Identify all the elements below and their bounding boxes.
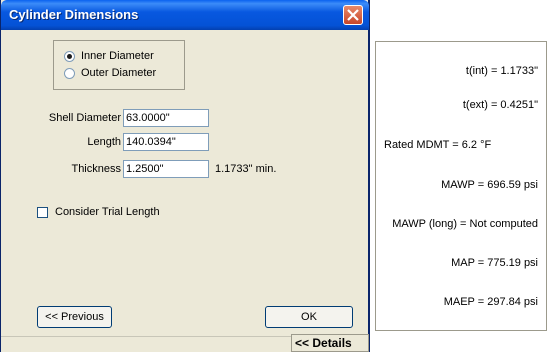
- details-toggle-button[interactable]: << Details: [291, 334, 369, 352]
- divider: [1, 336, 291, 337]
- result-mawp: MAWP = 696.59 psi: [441, 179, 538, 191]
- radio-button[interactable]: [64, 67, 75, 79]
- result-rated-mdmt: Rated MDMT = 6.2 °F: [384, 139, 492, 151]
- result-map: MAP = 775.19 psi: [451, 257, 538, 269]
- result-t-int: t(int) = 1.1733": [465, 65, 538, 77]
- thickness-field[interactable]: [123, 160, 209, 178]
- shell-diameter-field[interactable]: [123, 109, 209, 127]
- radio-inner-diameter[interactable]: Inner Diameter: [64, 49, 154, 63]
- radio-button[interactable]: [64, 50, 75, 62]
- previous-button[interactable]: << Previous: [37, 306, 112, 328]
- dialog-title: Cylinder Dimensions: [9, 7, 139, 22]
- results-panel: t(int) = 1.1733" t(ext) = 0.4251" Rated …: [375, 41, 547, 331]
- consider-trial-length-label: Consider Trial Length: [55, 206, 160, 218]
- consider-trial-length-option[interactable]: Consider Trial Length: [37, 206, 160, 218]
- result-mawp-long: MAWP (long) = Not computed: [392, 218, 538, 230]
- thickness-label: Thickness: [71, 163, 121, 175]
- thickness-min-note: 1.1733" min.: [215, 163, 277, 175]
- close-button[interactable]: [343, 5, 363, 25]
- result-t-ext: t(ext) = 0.4251": [462, 99, 538, 111]
- result-maep: MAEP = 297.84 psi: [443, 296, 538, 308]
- diameter-type-group: Inner Diameter Outer Diameter: [53, 40, 185, 90]
- length-field[interactable]: [123, 133, 209, 151]
- title-bar[interactable]: Cylinder Dimensions: [1, 0, 369, 30]
- length-label: Length: [87, 136, 121, 148]
- consider-trial-length-checkbox[interactable]: [37, 206, 48, 218]
- close-icon: [347, 9, 359, 21]
- radio-outer-diameter[interactable]: Outer Diameter: [64, 66, 156, 80]
- radio-label: Outer Diameter: [81, 67, 157, 79]
- shell-diameter-label: Shell Diameter: [48, 112, 121, 124]
- ok-button[interactable]: OK: [265, 306, 353, 328]
- cylinder-dimensions-dialog: Cylinder Dimensions Inner Diameter Outer…: [0, 0, 370, 352]
- radio-label: Inner Diameter: [81, 50, 154, 62]
